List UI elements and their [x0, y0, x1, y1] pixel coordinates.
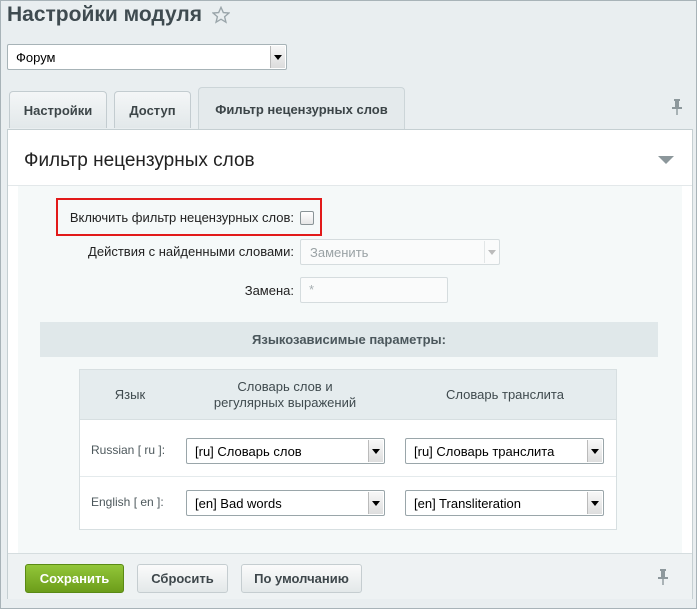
chevron-down-icon[interactable] [368, 492, 383, 514]
row-language: Russian [ ru ]: [91, 443, 166, 457]
col-translit: Словарь транслита [446, 387, 564, 402]
action-label: Действия с найденными словами: [88, 244, 294, 259]
filter-panel: Фильтр нецензурных слов Включить фильтр … [7, 129, 693, 599]
translit-select-value: [ru] Словарь транслита [414, 443, 555, 459]
dictionary-select-value: [en] Bad words [195, 495, 282, 511]
module-select-value: Форум [16, 49, 56, 65]
tab-access-label: Доступ [129, 102, 176, 118]
lang-table-header: Язык Словарь слов и регулярных выражений… [80, 370, 616, 420]
chevron-down-icon[interactable] [587, 440, 602, 462]
default-button[interactable]: По умолчанию [241, 564, 362, 593]
save-button[interactable]: Сохранить [25, 564, 124, 593]
page-title: Настройки модуля [7, 3, 231, 27]
page-title-text: Настройки модуля [7, 3, 203, 26]
reset-button[interactable]: Сбросить [137, 564, 228, 593]
chevron-down-icon[interactable] [270, 46, 285, 68]
enable-filter-label: Включить фильтр нецензурных слов: [69, 210, 294, 225]
tab-word-filter[interactable]: Фильтр нецензурных слов [198, 87, 405, 130]
table-row: Russian [ ru ]: [ru] Словарь слов [ru] С… [80, 425, 616, 477]
col-language: Язык [114, 387, 146, 402]
col-dictionary-line1: Словарь слов и [237, 379, 333, 394]
pin-icon[interactable] [658, 569, 668, 585]
col-dictionary: Словарь слов и регулярных выражений [180, 370, 390, 420]
chevron-down-icon[interactable] [368, 440, 383, 462]
lang-table: Язык Словарь слов и регулярных выражений… [79, 369, 617, 530]
row-language: English [ en ]: [91, 495, 164, 509]
col-dictionary-line2: регулярных выражений [213, 395, 357, 410]
action-select[interactable]: Заменить [300, 239, 500, 265]
chevron-down-icon [484, 241, 498, 263]
button-bar: Сохранить Сбросить По умолчанию [8, 553, 692, 599]
table-row: English [ en ]: [en] Bad words [en] Tran… [80, 477, 616, 529]
favorite-star-icon[interactable] [212, 6, 231, 24]
filter-settings-area: Включить фильтр нецензурных слов: Действ… [18, 186, 682, 591]
dictionary-select[interactable]: [ru] Словарь слов [186, 438, 385, 464]
chevron-down-icon[interactable] [587, 492, 602, 514]
tab-access[interactable]: Доступ [114, 91, 191, 128]
tab-settings-label: Настройки [23, 102, 93, 118]
dictionary-select[interactable]: [en] Bad words [186, 490, 385, 516]
enable-filter-checkbox[interactable] [300, 211, 314, 225]
dictionary-select-value: [ru] Словарь слов [195, 443, 302, 459]
tab-settings[interactable]: Настройки [9, 91, 107, 128]
collapse-triangle-icon[interactable] [658, 156, 674, 164]
pin-icon[interactable] [672, 99, 682, 115]
replace-label: Замена: [244, 283, 294, 298]
replace-input[interactable]: * [300, 277, 448, 303]
section-title: Фильтр нецензурных слов [24, 150, 255, 171]
module-select[interactable]: Форум [7, 44, 287, 70]
translit-select[interactable]: [ru] Словарь транслита [405, 438, 604, 464]
tab-word-filter-label: Фильтр нецензурных слов [215, 101, 388, 117]
panel-header: Фильтр нецензурных слов [8, 130, 692, 186]
translit-select[interactable]: [en] Transliteration [405, 490, 604, 516]
translit-select-value: [en] Transliteration [414, 495, 521, 511]
lang-params-heading: Языкозависимые параметры: [40, 322, 658, 357]
settings-window: Настройки модуля Форум Настройки Доступ … [0, 0, 697, 609]
action-select-value: Заменить [310, 244, 369, 260]
